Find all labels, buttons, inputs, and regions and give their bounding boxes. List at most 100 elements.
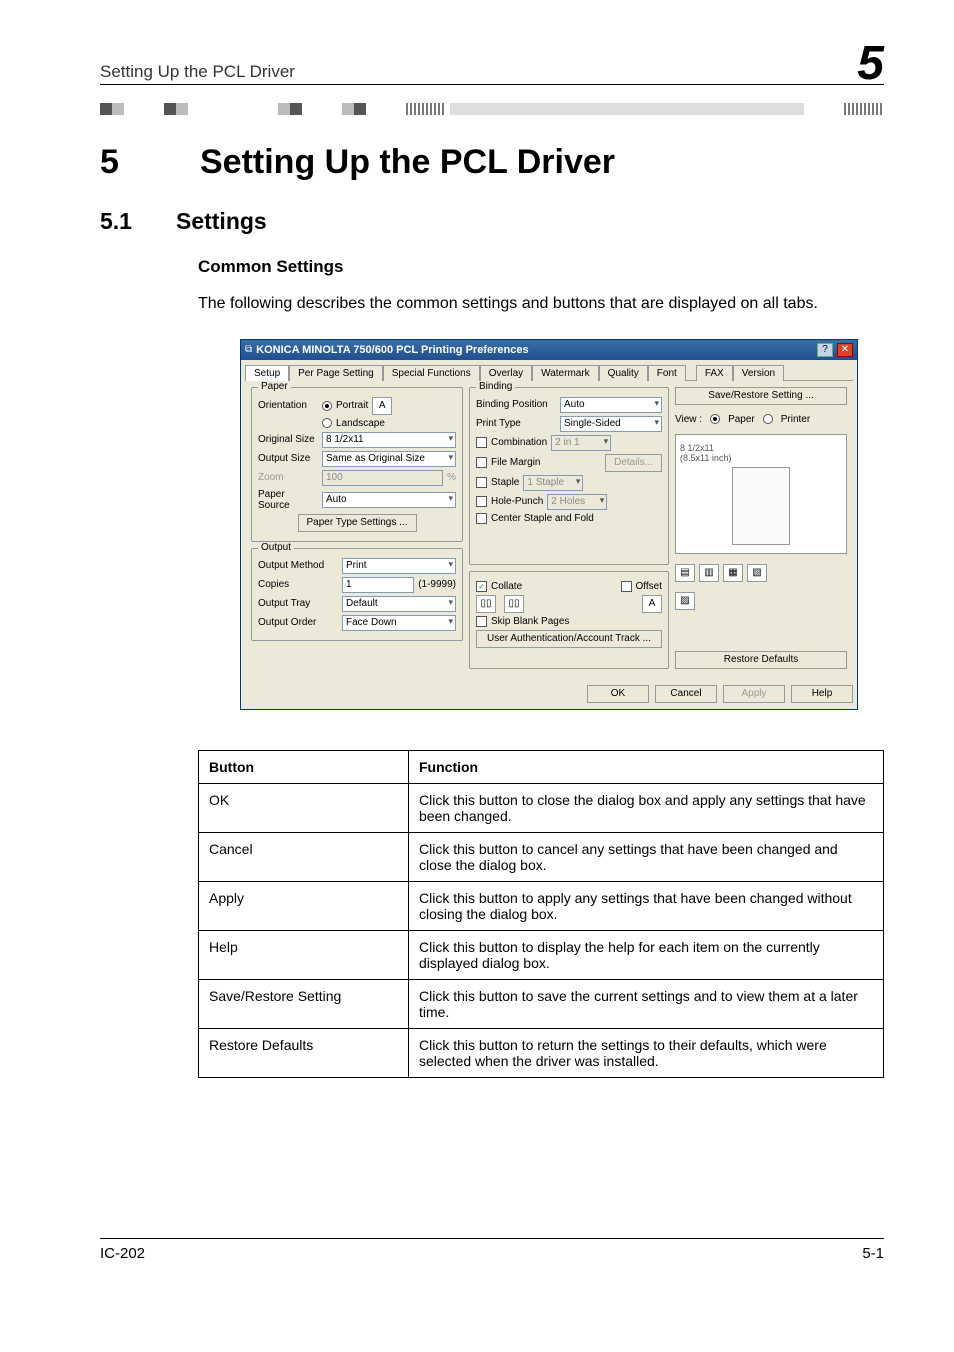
footer-left: IC-202 [100, 1245, 145, 1262]
print-type-combo[interactable]: Single-Sided [560, 416, 662, 432]
user-auth-button[interactable]: User Authentication/Account Track ... [476, 630, 662, 648]
collate-label: Collate [491, 581, 522, 592]
table-cell-function: Click this button to display the help fo… [409, 930, 884, 979]
output-size-combo[interactable]: Same as Original Size [322, 451, 456, 467]
running-title: Setting Up the PCL Driver [100, 62, 295, 82]
output-tray-label: Output Tray [258, 598, 338, 609]
print-type-label: Print Type [476, 418, 556, 429]
table-row: Cancel Click this button to cancel any s… [199, 832, 884, 881]
landscape-label: Landscape [336, 418, 385, 429]
paper-type-settings-button[interactable]: Paper Type Settings ... [298, 514, 417, 532]
landscape-radio[interactable] [322, 418, 332, 428]
close-icon[interactable]: ✕ [837, 343, 853, 357]
restore-defaults-button[interactable]: Restore Defaults [675, 651, 847, 669]
combination-checkbox[interactable] [476, 437, 487, 448]
table-row: Restore Defaults Click this button to re… [199, 1028, 884, 1077]
help-icon[interactable]: ? [817, 343, 833, 357]
portrait-label: Portrait [336, 400, 368, 411]
view-label: View : [675, 414, 702, 425]
zoom-label: Zoom [258, 472, 318, 483]
hole-punch-checkbox[interactable] [476, 496, 487, 507]
toolbar-icon-3[interactable]: ▦ [723, 564, 743, 582]
output-tray-combo[interactable]: Default [342, 596, 456, 612]
section-title-text: Settings [176, 208, 267, 235]
copies-label: Copies [258, 579, 338, 590]
subsection-title: Common Settings [198, 257, 884, 277]
center-staple-checkbox[interactable] [476, 513, 487, 524]
collate-group: Collate Offset ▯▯ ▯▯ A [469, 571, 669, 669]
original-size-combo[interactable]: 8 1/2x11 [322, 432, 456, 448]
hole-punch-combo: 2 Holes [547, 494, 607, 510]
tab-per-page-setting[interactable]: Per Page Setting [289, 365, 383, 381]
tab-version[interactable]: Version [733, 365, 784, 381]
dialog-title-bar[interactable]: ⧉ KONICA MINOLTA 750/600 PCL Printing Pr… [241, 340, 857, 360]
dialog-title: KONICA MINOLTA 750/600 PCL Printing Pref… [256, 344, 813, 356]
tab-watermark[interactable]: Watermark [532, 365, 599, 381]
section-number: 5.1 [100, 208, 132, 235]
orientation-icon[interactable]: A [372, 397, 392, 415]
table-cell-function: Click this button to apply any settings … [409, 881, 884, 930]
body-text: The following describes the common setti… [198, 293, 884, 315]
section-title: 5.1 Settings [100, 208, 884, 235]
paper-group: Paper Orientation Portrait A Landscape [251, 387, 463, 542]
table-cell-function: Click this button to cancel any settings… [409, 832, 884, 881]
page-footer: IC-202 5-1 [100, 1238, 884, 1262]
help-button[interactable]: Help [791, 685, 853, 703]
tab-setup[interactable]: Setup [245, 365, 289, 381]
offset-preview-icon: A [642, 595, 662, 613]
collate-preview-icon: ▯▯ [476, 595, 496, 613]
table-cell-function: Click this button to close the dialog bo… [409, 783, 884, 832]
combination-combo: 2 in 1 [551, 435, 611, 451]
collate-checkbox[interactable] [476, 581, 487, 592]
table-row: Help Click this button to display the he… [199, 930, 884, 979]
paper-source-combo[interactable]: Auto [322, 492, 456, 508]
binding-group-label: Binding [476, 381, 515, 392]
toolbar-icon-4[interactable]: ▧ [747, 564, 767, 582]
skip-blank-label: Skip Blank Pages [491, 616, 569, 627]
binding-position-combo[interactable]: Auto [560, 397, 662, 413]
table-cell-button: OK [199, 783, 409, 832]
cancel-button[interactable]: Cancel [655, 685, 717, 703]
tab-font[interactable]: Font [648, 365, 686, 381]
table-cell-button: Apply [199, 881, 409, 930]
tab-quality[interactable]: Quality [599, 365, 648, 381]
table-header-button: Button [199, 750, 409, 783]
preview-area: 8 1/2x11 (8.5x11 inch) [675, 434, 847, 554]
ok-button[interactable]: OK [587, 685, 649, 703]
preview-sheet-icon [732, 467, 790, 545]
tab-fax[interactable]: FAX [696, 365, 733, 381]
binding-position-label: Binding Position [476, 399, 556, 410]
view-paper-radio[interactable] [710, 414, 720, 424]
staple-label: Staple [491, 477, 519, 488]
apply-button: Apply [723, 685, 785, 703]
binding-group: Binding Binding Position Auto Print Type… [469, 387, 669, 565]
output-group-label: Output [258, 542, 294, 553]
chapter-title: 5 Setting Up the PCL Driver [100, 143, 884, 182]
file-margin-checkbox[interactable] [476, 457, 487, 468]
app-icon: ⧉ [245, 344, 252, 355]
chapter-title-text: Setting Up the PCL Driver [200, 143, 615, 182]
staple-checkbox[interactable] [476, 477, 487, 488]
view-paper-label: Paper [728, 414, 755, 425]
portrait-radio[interactable] [322, 401, 332, 411]
combination-label: Combination [491, 437, 547, 448]
tab-overlay[interactable]: Overlay [480, 365, 532, 381]
toolbar-icon-5[interactable]: ▨ [675, 592, 695, 610]
tab-special-functions[interactable]: Special Functions [383, 365, 480, 381]
staple-combo: 1 Staple [523, 475, 583, 491]
offset-checkbox[interactable] [621, 581, 632, 592]
output-method-combo[interactable]: Print [342, 558, 456, 574]
table-cell-function: Click this button to return the settings… [409, 1028, 884, 1077]
toolbar-icon-1[interactable]: ▤ [675, 564, 695, 582]
copies-field[interactable]: 1 [342, 577, 414, 593]
output-order-label: Output Order [258, 617, 338, 628]
output-order-combo[interactable]: Face Down [342, 615, 456, 631]
footer-right: 5-1 [862, 1245, 884, 1262]
view-printer-radio[interactable] [763, 414, 773, 424]
save-restore-button[interactable]: Save/Restore Setting ... [675, 387, 847, 405]
toolbar-icon-2[interactable]: ▥ [699, 564, 719, 582]
chapter-number-large: 5 [857, 40, 884, 88]
skip-blank-checkbox[interactable] [476, 616, 487, 627]
table-row: OK Click this button to close the dialog… [199, 783, 884, 832]
hole-punch-label: Hole-Punch [491, 496, 543, 507]
